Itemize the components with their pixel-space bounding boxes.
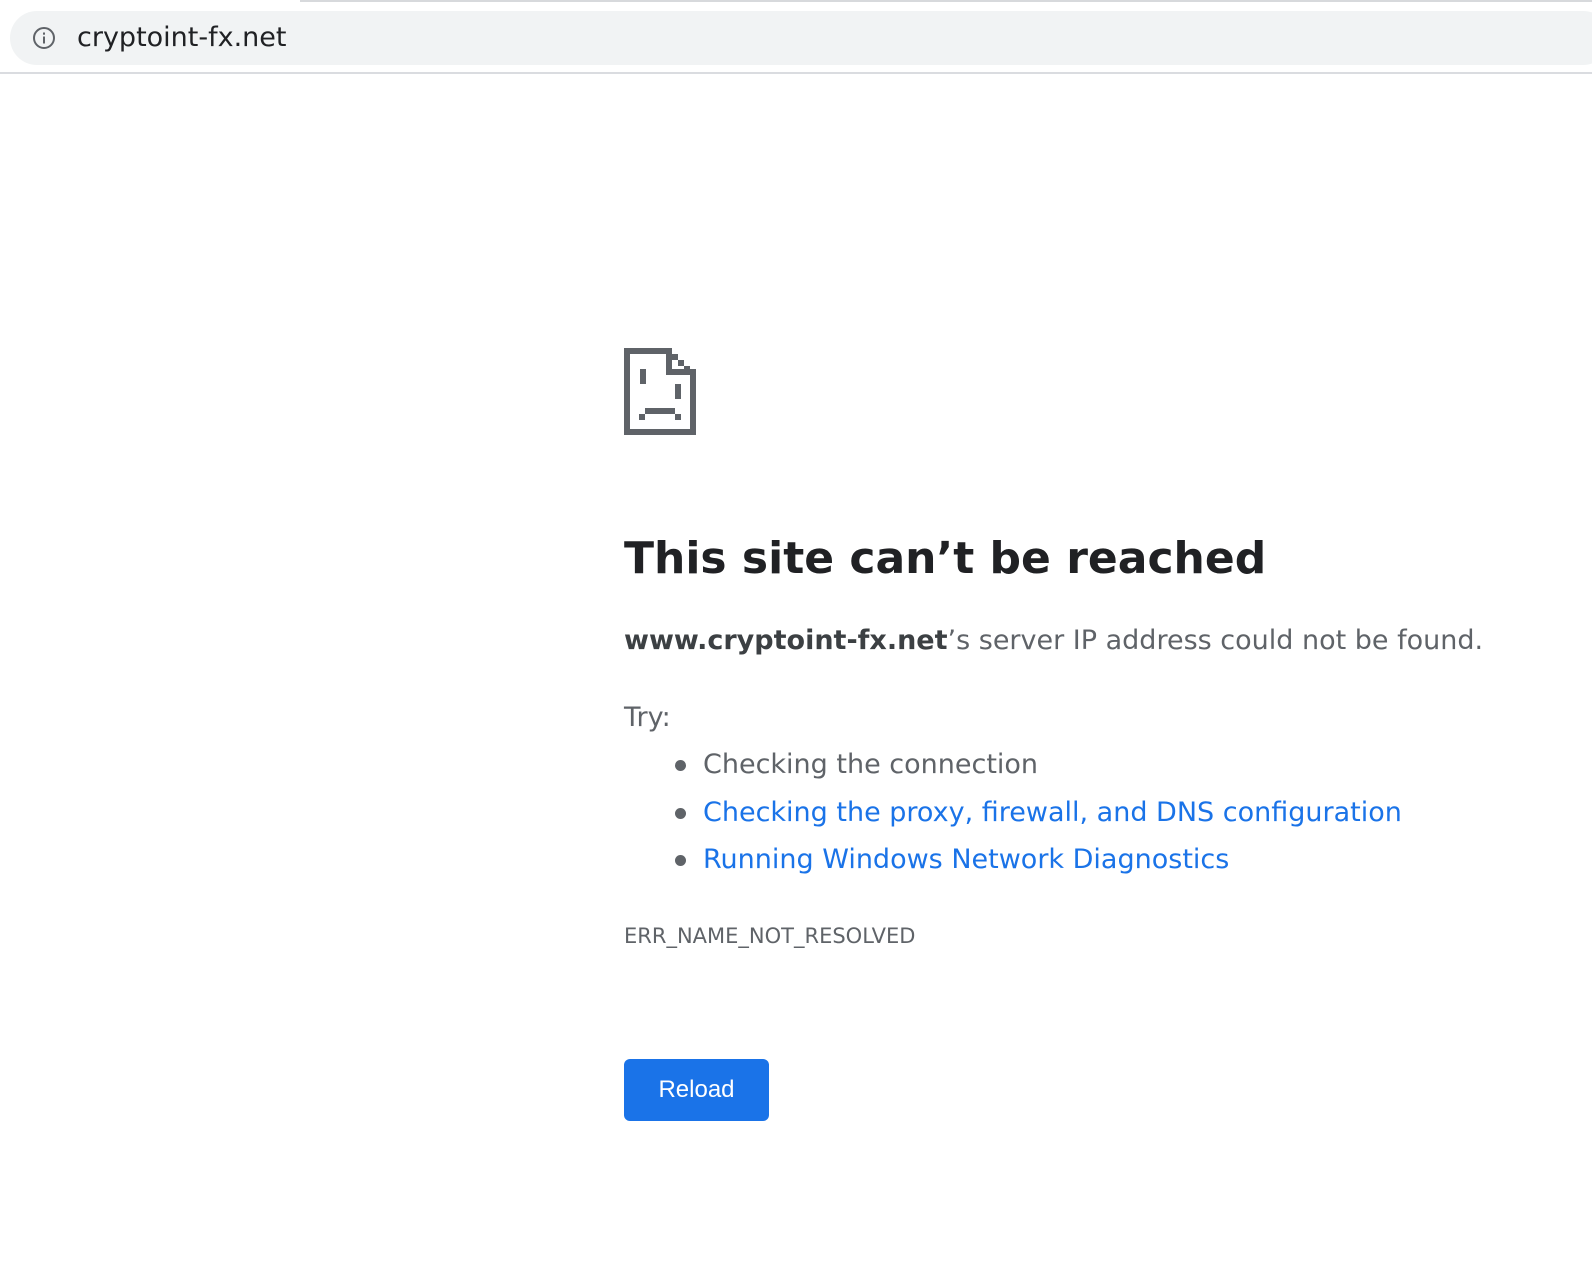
reload-button[interactable]: Reload	[624, 1059, 769, 1121]
tab-strip-edge	[300, 0, 1592, 2]
error-summary: www.cryptoint-fx.net’s server IP address…	[624, 622, 1483, 660]
bullet-icon	[675, 855, 686, 866]
network-diagnostics-link[interactable]: Running Windows Network Diagnostics	[703, 844, 1229, 875]
list-item: Running Windows Network Diagnostics	[624, 841, 1402, 889]
sad-page-icon	[624, 348, 696, 435]
try-label: Try:	[624, 702, 671, 733]
proxy-firewall-dns-link[interactable]: Checking the proxy, firewall, and DNS co…	[703, 797, 1402, 828]
address-bar[interactable]: cryptoint-fx.net	[10, 11, 1592, 65]
bullet-icon	[675, 760, 686, 771]
suggestion-text: Checking the connection	[703, 749, 1039, 780]
page-title: This site can’t be reached	[624, 533, 1267, 584]
error-content: This site can’t be reached www.cryptoint…	[624, 348, 1524, 1121]
address-url[interactable]: cryptoint-fx.net	[77, 20, 287, 56]
list-item: Checking the proxy, firewall, and DNS co…	[624, 794, 1402, 842]
list-item: Checking the connection	[624, 746, 1402, 794]
info-icon[interactable]	[32, 26, 56, 50]
summary-text: ’s server IP address could not be found.	[947, 625, 1484, 656]
browser-toolbar: cryptoint-fx.net	[0, 0, 1592, 74]
bullet-icon	[675, 807, 686, 819]
error-code: ERR_NAME_NOT_RESOLVED	[624, 924, 916, 948]
summary-host: www.cryptoint-fx.net	[624, 625, 948, 656]
suggestion-list: Checking the connection Checking the pro…	[624, 746, 1402, 889]
